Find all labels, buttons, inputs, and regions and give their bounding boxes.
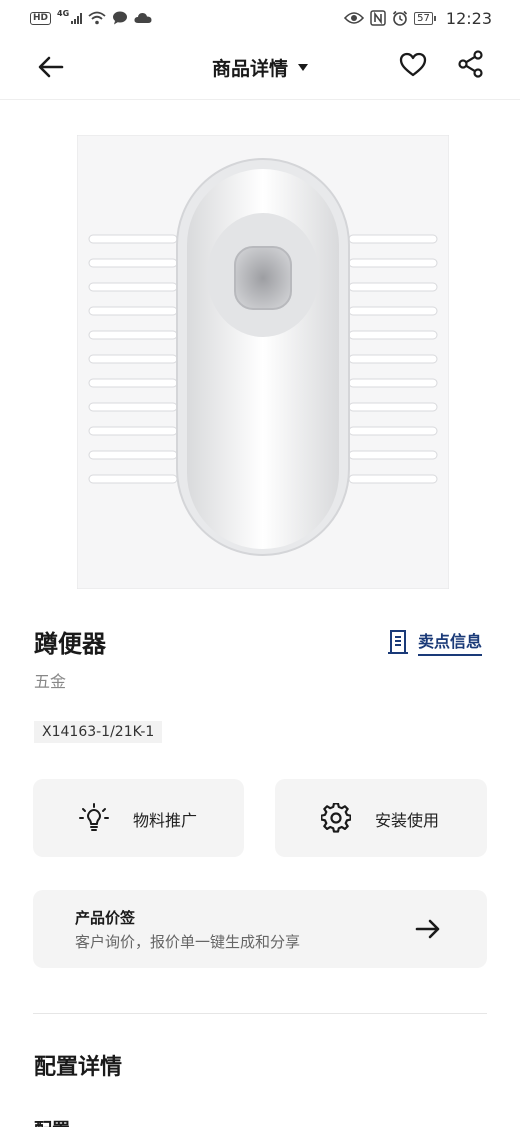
page-title: 商品详情: [211, 58, 288, 80]
material-promotion-label: 物料推广: [133, 811, 198, 830]
heart-icon[interactable]: [399, 51, 427, 79]
product-image: [77, 135, 449, 589]
selling-point-link[interactable]: 卖点信息: [386, 628, 483, 656]
alarm-icon: [393, 10, 408, 26]
material-promotion-card[interactable]: 物料推广: [33, 779, 244, 857]
title-dropdown[interactable]: 商品详情: [0, 54, 520, 81]
price-tag-title: 产品价签: [75, 909, 136, 927]
cloud-icon: [134, 13, 152, 23]
nfc-icon: [370, 10, 386, 26]
product-category: 五金: [34, 672, 67, 691]
install-usage-card[interactable]: 安装使用: [275, 779, 487, 857]
config-subtitle: 配置: [34, 1116, 70, 1127]
section-divider: [33, 1013, 487, 1014]
hd-icon: HD: [30, 11, 52, 25]
status-right: 57 12:23: [344, 9, 492, 28]
top-nav: 商品详情: [0, 36, 520, 100]
wifi-icon: [88, 11, 106, 25]
signal-icon: [71, 12, 83, 24]
document-icon: [388, 630, 408, 654]
lightbulb-icon: [79, 803, 109, 831]
status-left: HD 4G: [30, 8, 152, 25]
price-tag-description: 客户询价，报价单一键生成和分享: [75, 933, 301, 951]
selling-point-label: 卖点信息: [418, 628, 483, 656]
battery-level: 57: [414, 11, 433, 25]
message-icon: [113, 11, 128, 25]
share-icon[interactable]: [457, 50, 485, 78]
arrow-right-icon: [415, 919, 440, 939]
model-code-badge: X14163-1/21K-1: [34, 721, 163, 743]
battery-icon: 57: [414, 11, 436, 25]
status-bar: HD 4G 57 12:23: [0, 0, 520, 36]
gear-icon: [321, 803, 351, 833]
install-usage-label: 安装使用: [375, 811, 440, 830]
caret-down-icon: [298, 64, 308, 71]
status-time: 12:23: [445, 8, 492, 28]
price-tag-card[interactable]: 产品价签 客户询价，报价单一键生成和分享: [33, 890, 487, 968]
eye-icon: [344, 12, 365, 24]
config-details-title: 配置详情: [34, 1055, 123, 1080]
product-name: 蹲便器: [34, 630, 106, 658]
network-type-label: 4G: [57, 8, 70, 18]
